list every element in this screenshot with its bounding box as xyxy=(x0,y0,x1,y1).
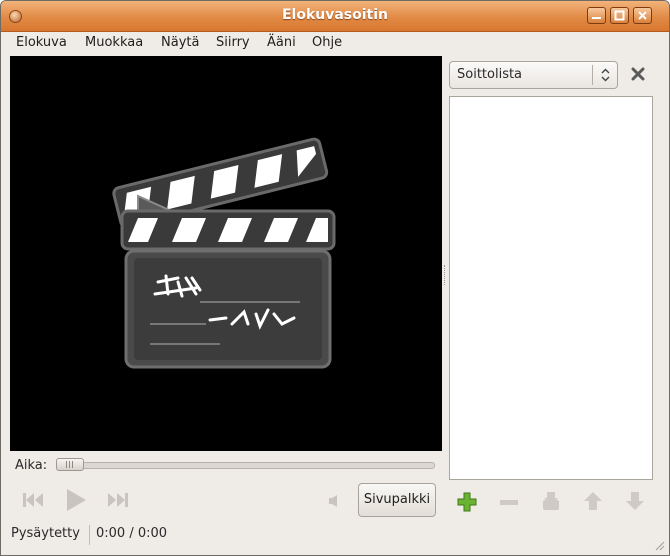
window-title: Elokuvasoitin xyxy=(281,7,389,23)
title-bar[interactable]: Elokuvasoitin xyxy=(1,1,669,32)
playback-time: 0:00 / 0:00 xyxy=(96,526,168,541)
playlist-view[interactable] xyxy=(449,96,653,480)
select-arrows-icon xyxy=(601,68,610,82)
main-window: Elokuvasoitin Elokuva Muokkaa Näytä Siir… xyxy=(0,0,670,556)
close-icon xyxy=(638,11,647,20)
sidebar-select[interactable]: Soittolista xyxy=(449,61,618,89)
seek-label: Aika: xyxy=(15,458,48,473)
minus-icon[interactable] xyxy=(499,499,519,507)
menu-ohje[interactable]: Ohje xyxy=(312,35,342,50)
sidebar-toggle-button[interactable]: Sivupalkki xyxy=(358,483,436,517)
resize-grip-icon[interactable] xyxy=(653,539,665,551)
save-icon[interactable] xyxy=(541,490,561,512)
menu-elokuva[interactable]: Elokuva xyxy=(16,35,67,50)
minimize-icon xyxy=(592,17,601,19)
clapperboard-icon xyxy=(112,137,336,369)
play-icon[interactable] xyxy=(63,487,89,513)
sidebar-toggle-label: Sivupalkki xyxy=(363,492,431,507)
menu-nayta[interactable]: Näytä xyxy=(161,35,199,50)
maximize-button[interactable] xyxy=(610,7,629,24)
close-window-button[interactable] xyxy=(633,7,652,24)
next-icon[interactable] xyxy=(106,491,130,509)
playback-status: Pysäytetty xyxy=(11,526,80,541)
arrow-up-icon[interactable] xyxy=(583,490,603,512)
volume-icon[interactable] xyxy=(328,494,342,508)
sidebar-select-value: Soittolista xyxy=(457,67,523,82)
seek-slider-thumb[interactable] xyxy=(56,458,84,471)
video-area[interactable] xyxy=(10,56,442,451)
plus-icon[interactable] xyxy=(457,492,477,512)
arrow-down-icon[interactable] xyxy=(625,490,645,512)
close-sidebar-icon[interactable] xyxy=(631,67,645,81)
menu-bar: Elokuva Muokkaa Näytä Siirry Ääni Ohje xyxy=(1,31,669,55)
previous-icon[interactable] xyxy=(21,491,45,509)
menu-muokkaa[interactable]: Muokkaa xyxy=(85,35,143,50)
pane-resize-handle[interactable] xyxy=(444,265,447,285)
menu-siirry[interactable]: Siirry xyxy=(216,35,250,50)
menu-aani[interactable]: Ääni xyxy=(267,35,296,50)
maximize-icon xyxy=(614,10,625,21)
seek-slider[interactable] xyxy=(59,462,435,469)
minimize-button[interactable] xyxy=(587,7,606,24)
